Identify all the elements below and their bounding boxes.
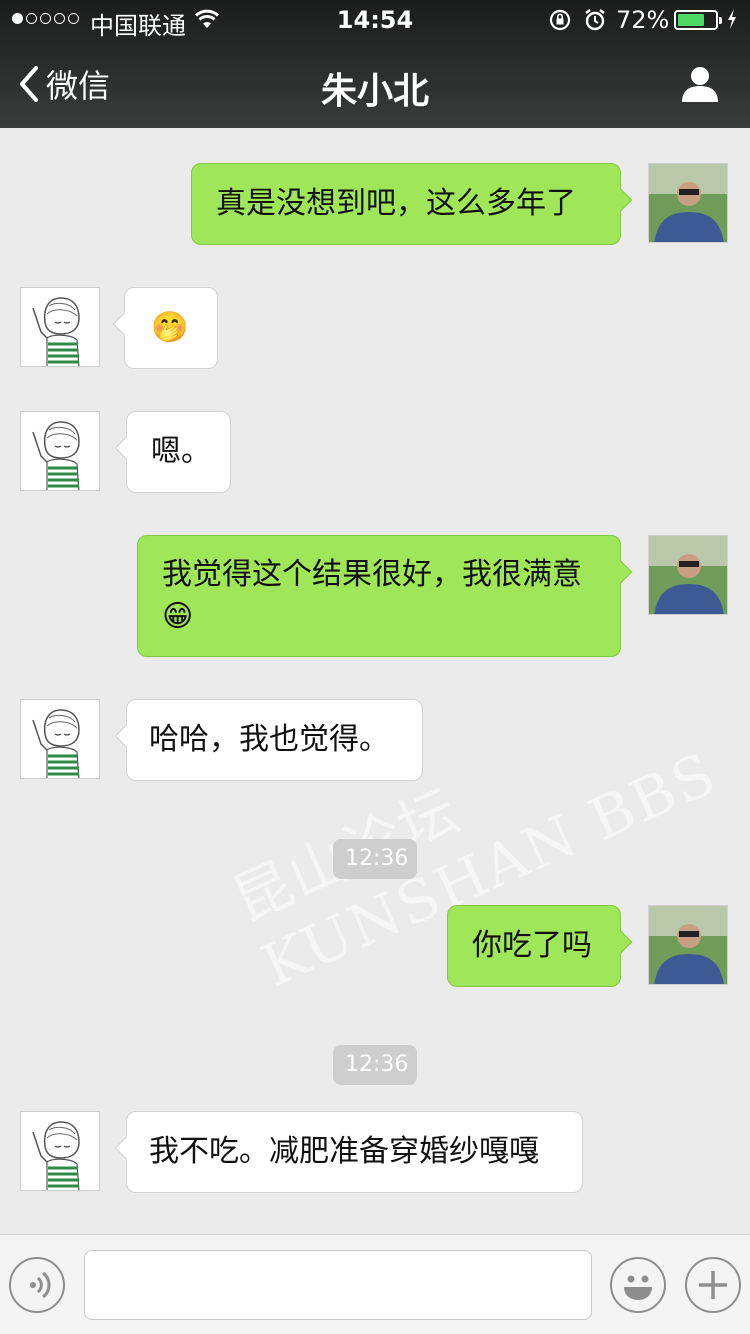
contact-avatar[interactable] bbox=[20, 411, 100, 491]
message-bubble-out[interactable]: 我觉得这个结果很好，我很满意😁 bbox=[137, 535, 633, 657]
message-bubble-out[interactable]: 真是没想到吧，这么多年了 bbox=[191, 163, 633, 245]
battery-level-fill bbox=[678, 14, 704, 26]
message-bubble-in[interactable]: 嗯。 bbox=[114, 411, 231, 493]
charging-icon bbox=[726, 8, 738, 36]
battery-icon bbox=[674, 10, 722, 30]
status-bar: 中国联通 14:54 72% bbox=[0, 0, 750, 40]
profile-icon bbox=[682, 67, 718, 102]
timestamp: 12:36 bbox=[333, 839, 417, 879]
input-bar bbox=[0, 1234, 750, 1334]
message-bubble-out[interactable]: 你吃了吗 bbox=[447, 905, 633, 987]
emoji-button[interactable] bbox=[610, 1257, 666, 1313]
message-text: 🤭 bbox=[151, 310, 189, 345]
my-avatar[interactable] bbox=[648, 535, 728, 615]
message-text: 真是没想到吧，这么多年了 bbox=[216, 186, 576, 221]
message-input[interactable] bbox=[84, 1250, 592, 1320]
message-text: 我不吃。减肥准备穿婚纱嘎嘎 bbox=[149, 1134, 539, 1169]
top-bar: 中国联通 14:54 72% 微信 朱小北 bbox=[0, 0, 750, 128]
voice-button[interactable] bbox=[9, 1257, 65, 1313]
rotation-lock-icon bbox=[548, 8, 572, 38]
plus-icon bbox=[699, 1271, 727, 1299]
contact-avatar[interactable] bbox=[20, 699, 100, 779]
battery-percent: 72% bbox=[616, 6, 670, 34]
timestamp: 12:36 bbox=[333, 1045, 417, 1085]
message-text: 嗯。 bbox=[151, 434, 211, 469]
alarm-icon bbox=[584, 8, 606, 38]
more-button[interactable] bbox=[685, 1257, 741, 1313]
chat-area[interactable]: 昆山论坛 KUNSHAN BBS 真是没想到吧，这么多年了 🤭 bbox=[0, 128, 750, 1234]
contact-avatar[interactable] bbox=[20, 1111, 100, 1191]
voice-icon bbox=[30, 1271, 51, 1299]
message-bubble-in[interactable]: 哈哈，我也觉得。 bbox=[114, 699, 423, 781]
message-text: 我觉得这个结果很好，我很满意😁 bbox=[162, 557, 582, 634]
emoji-icon bbox=[624, 1275, 652, 1300]
my-avatar[interactable] bbox=[648, 905, 728, 985]
contact-avatar[interactable] bbox=[20, 287, 100, 367]
message-text: 你吃了吗 bbox=[472, 928, 592, 963]
profile-button[interactable] bbox=[680, 64, 720, 108]
message-text: 哈哈，我也觉得。 bbox=[149, 722, 389, 757]
chat-title: 朱小北 bbox=[320, 71, 429, 112]
my-avatar[interactable] bbox=[648, 163, 728, 243]
message-bubble-in[interactable]: 我不吃。减肥准备穿婚纱嘎嘎 bbox=[114, 1111, 583, 1193]
message-bubble-in[interactable]: 🤭 bbox=[112, 287, 218, 369]
